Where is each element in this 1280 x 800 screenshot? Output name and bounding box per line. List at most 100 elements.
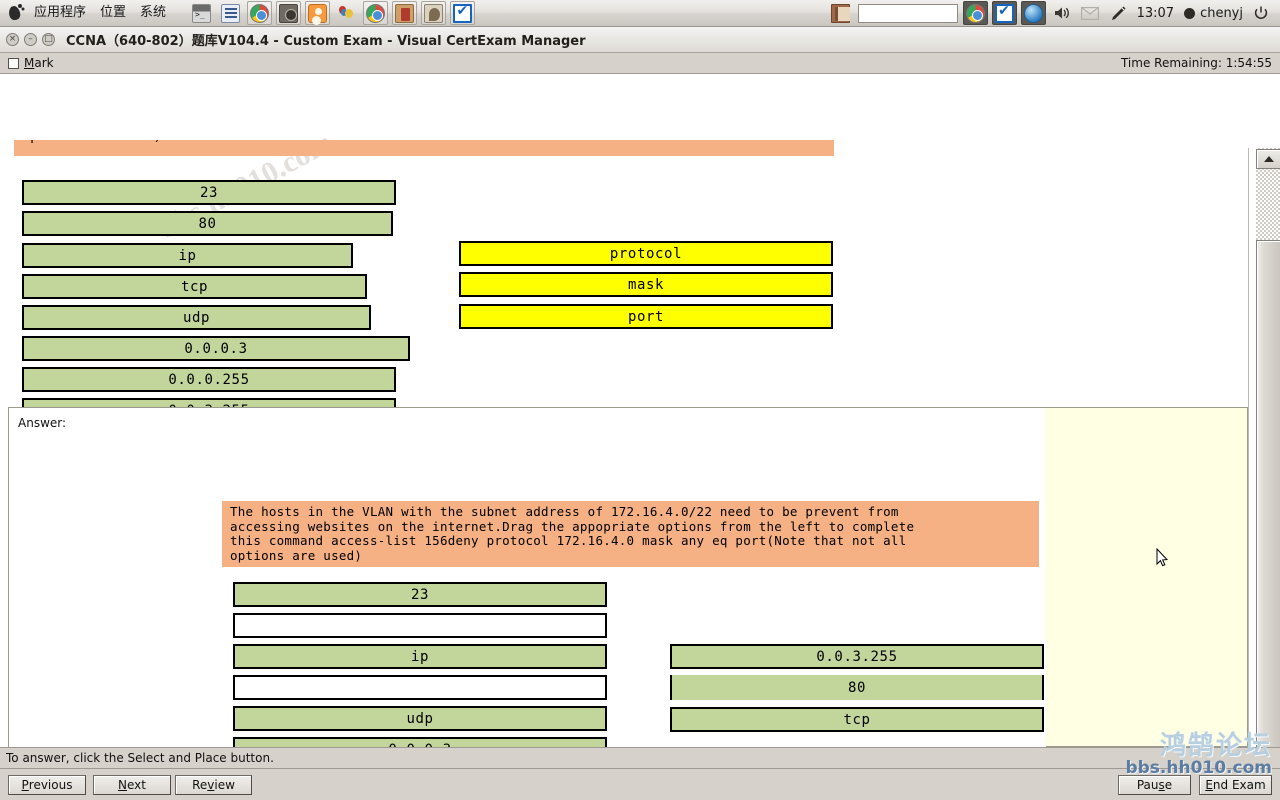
chrome-icon: [965, 3, 985, 23]
option-box-6[interactable]: 0.0.0.255: [22, 367, 396, 392]
answer-question-line-1: The hosts in the VLAN with the subnet ad…: [230, 504, 899, 519]
option-label: 0.0.0.255: [168, 371, 250, 388]
window-maximize-button[interactable]: □: [42, 33, 55, 46]
pause-button[interactable]: Pau s e: [1118, 774, 1191, 795]
answer-right-box-0: 0.0.3.255: [670, 644, 1044, 669]
option-label: 80: [198, 215, 217, 232]
option-box-5[interactable]: 0.0.0.3: [22, 336, 410, 361]
drop-target-label: mask: [627, 276, 665, 293]
terminal-launcher[interactable]: [189, 1, 214, 25]
tablet-indicator[interactable]: [1104, 5, 1132, 21]
previous-button-label: revious: [28, 777, 73, 792]
chrome2-launcher[interactable]: [363, 1, 389, 25]
pause-button-label-b: e: [1164, 777, 1173, 792]
answer-box-label: 0.0.3.255: [816, 648, 898, 665]
previous-button[interactable]: Previous: [8, 774, 86, 795]
power-button[interactable]: [1248, 5, 1274, 21]
option-label: udp: [182, 309, 211, 326]
answer-left-box-4: udp: [233, 706, 607, 731]
review-button[interactable]: Re v iew: [175, 774, 252, 795]
end-exam-button-label: nd Exam: [1212, 777, 1266, 792]
next-button[interactable]: Next: [93, 774, 171, 795]
answer-box-label: tcp: [843, 711, 871, 728]
mark-checkbox[interactable]: [8, 57, 19, 69]
chrome-launcher[interactable]: [247, 1, 273, 25]
chevron-up-icon: [1263, 156, 1274, 162]
window-titlebar: × – □ CCNA（640-802）题库V104.4 - Custom Exa…: [0, 27, 1280, 53]
volume-indicator[interactable]: [1048, 5, 1076, 21]
answer-left-box-5: 0.0.0.3: [233, 737, 607, 747]
menu-places[interactable]: 位置: [93, 0, 133, 26]
question-scroll-area[interactable]: bbs.hh010.com bbs.hh010.com options are …: [0, 74, 1248, 747]
terminal-icon: [192, 3, 212, 23]
mark-label-rest: ark: [34, 56, 54, 70]
drop-target-mask[interactable]: mask: [459, 272, 833, 297]
balloons-launcher[interactable]: [334, 1, 359, 25]
answer-box-label: udp: [406, 710, 434, 727]
drop-target-port[interactable]: port: [459, 304, 833, 329]
pen-icon: [1111, 6, 1126, 20]
answer-right-box-2: tcp: [670, 707, 1044, 732]
drop-target-protocol[interactable]: protocol: [459, 241, 833, 266]
mark-label[interactable]: Mark: [24, 56, 54, 70]
answer-left-box-3: [233, 675, 607, 700]
answer-question-line-4: options are used): [230, 547, 363, 563]
option-box-1[interactable]: 80: [22, 211, 393, 236]
clock[interactable]: 13:07: [1132, 6, 1179, 21]
window-minimize-button[interactable]: –: [24, 33, 37, 46]
panel-input-field[interactable]: [857, 3, 958, 23]
certexam-launcher[interactable]: [450, 1, 476, 25]
blue-check-icon: [453, 3, 473, 23]
speaker-icon: [279, 3, 299, 23]
menu-system[interactable]: 系统: [133, 0, 173, 26]
balloons-icon: [337, 4, 356, 23]
dictionary-launcher[interactable]: [826, 3, 855, 23]
mouse-cursor: [1156, 548, 1168, 567]
water-task[interactable]: [1020, 1, 1046, 25]
option-box-0[interactable]: 23: [22, 180, 396, 205]
system-tray: 13:07 chenyj: [826, 1, 1280, 25]
answer-label: Answer:: [18, 416, 67, 430]
option-box-2[interactable]: ip: [22, 243, 353, 268]
answer-panel: Answer: The hosts in the VLAN with the s…: [8, 407, 1248, 747]
window-title: CCNA（640-802）题库V104.4 - Custom Exam - Vi…: [66, 34, 586, 49]
answer-question-text: The hosts in the VLAN with the subnet ad…: [222, 501, 1039, 567]
option-box-4[interactable]: udp: [22, 305, 371, 330]
username-label: chenyj: [1200, 5, 1243, 21]
contacts-launcher[interactable]: [421, 1, 447, 25]
contacts-icon: [424, 3, 444, 23]
answer-left-box-0: 23: [233, 582, 607, 607]
status-message: To answer, click the Select and Place bu…: [6, 751, 274, 765]
package-launcher[interactable]: [392, 1, 418, 25]
answer-question-line-2: accessing websites on the internet.Drag …: [230, 518, 915, 534]
mark-bar: Mark Time Remaining: 1:54:55: [0, 53, 1280, 74]
next-button-label: ext: [127, 777, 146, 792]
chrome-icon: [366, 3, 386, 23]
blue-check-icon: [994, 3, 1014, 23]
mail-indicator[interactable]: [1076, 6, 1104, 20]
answer-right-box-1: 80: [670, 675, 1044, 700]
window-close-button[interactable]: ×: [6, 33, 19, 46]
scroll-up-button[interactable]: [1256, 149, 1280, 169]
end-exam-button[interactable]: End Exam: [1199, 774, 1272, 795]
scrollbar-thumb[interactable]: [1256, 240, 1280, 747]
option-box-3[interactable]: tcp: [22, 274, 367, 299]
user-indicator[interactable]: chenyj: [1179, 6, 1248, 21]
book-icon: [830, 3, 850, 23]
audio-launcher[interactable]: [276, 1, 302, 25]
vertical-scrollbar[interactable]: [1248, 148, 1280, 747]
option-label: 0.0.0.3: [184, 340, 248, 357]
certexam-task[interactable]: [991, 1, 1017, 25]
text-editor-launcher[interactable]: [218, 1, 243, 25]
answer-box-label: 80: [847, 679, 867, 696]
review-button-label-a: Re: [192, 777, 208, 792]
gnome-foot-icon: [3, 1, 27, 25]
chrome-icon: [250, 3, 270, 23]
menu-applications[interactable]: 应用程序: [27, 0, 93, 26]
chrome-task[interactable]: [962, 1, 988, 25]
option-label: tcp: [180, 278, 209, 295]
button-bar: Previous Next Re v iew Pau s e End Exam: [0, 769, 1280, 800]
person-launcher[interactable]: [305, 1, 331, 25]
envelope-icon: [1080, 6, 1099, 20]
drop-icon: [1023, 3, 1043, 23]
